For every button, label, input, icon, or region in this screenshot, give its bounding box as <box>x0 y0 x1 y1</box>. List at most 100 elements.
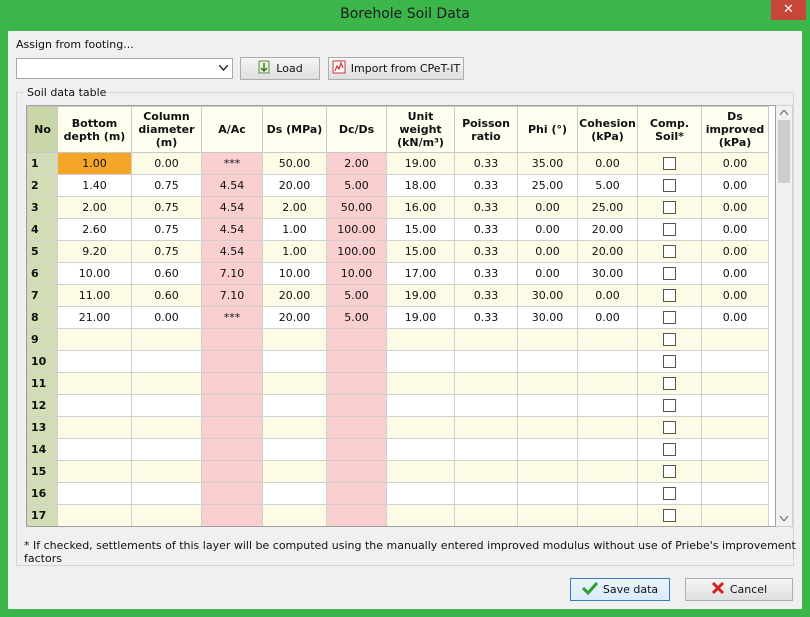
table-cell[interactable]: 0.33 <box>454 152 518 175</box>
table-cell[interactable] <box>386 504 455 526</box>
table-cell[interactable] <box>454 350 518 373</box>
table-cell[interactable] <box>454 416 518 439</box>
comp-soil-checkbox[interactable] <box>663 487 676 501</box>
table-cell[interactable]: 10.00 <box>326 262 387 285</box>
table-cell[interactable]: 1.00 <box>57 152 132 175</box>
table-cell[interactable]: 0.00 <box>517 262 578 285</box>
table-cell[interactable]: 100.00 <box>326 218 387 241</box>
table-cell[interactable] <box>201 460 263 483</box>
table-cell[interactable] <box>454 438 518 461</box>
table-cell[interactable] <box>57 372 132 395</box>
table-cell[interactable]: 25.00 <box>517 174 578 197</box>
vertical-scrollbar[interactable] <box>776 105 793 527</box>
table-cell[interactable]: 0.00 <box>131 152 202 175</box>
table-cell[interactable] <box>517 350 578 373</box>
table-cell[interactable]: 17.00 <box>386 262 455 285</box>
comp-soil-checkbox[interactable] <box>663 157 676 171</box>
table-cell[interactable]: 1.40 <box>57 174 132 197</box>
table-cell[interactable]: 0.60 <box>131 284 202 307</box>
table-cell[interactable] <box>57 416 132 439</box>
table-cell[interactable] <box>517 438 578 461</box>
table-cell[interactable]: *** <box>201 152 263 175</box>
scroll-up-icon[interactable] <box>776 106 792 120</box>
row-number[interactable]: 7 <box>27 284 58 307</box>
table-cell[interactable] <box>326 328 387 351</box>
table-cell[interactable]: 0.00 <box>701 218 769 241</box>
table-cell[interactable]: 4.54 <box>201 218 263 241</box>
table-cell[interactable]: 20.00 <box>577 240 638 263</box>
table-cell[interactable]: 100.00 <box>326 240 387 263</box>
table-cell[interactable] <box>701 372 769 395</box>
column-header[interactable]: Dc/Ds <box>326 106 387 153</box>
table-cell[interactable]: 7.10 <box>201 284 263 307</box>
table-cell[interactable]: 4.54 <box>201 196 263 219</box>
table-cell[interactable] <box>386 372 455 395</box>
comp-soil-checkbox[interactable] <box>663 333 676 347</box>
row-number[interactable]: 15 <box>27 460 58 483</box>
row-number[interactable]: 17 <box>27 504 58 526</box>
table-cell[interactable] <box>326 482 387 505</box>
table-cell[interactable] <box>131 328 202 351</box>
table-cell[interactable]: 7.10 <box>201 262 263 285</box>
table-cell[interactable] <box>386 460 455 483</box>
table-cell[interactable]: 5.00 <box>326 306 387 329</box>
table-cell[interactable] <box>326 460 387 483</box>
table-cell[interactable]: 0.33 <box>454 262 518 285</box>
table-cell[interactable] <box>57 394 132 417</box>
table-cell[interactable]: 0.00 <box>517 196 578 219</box>
table-cell[interactable] <box>454 460 518 483</box>
comp-soil-checkbox[interactable] <box>663 465 676 479</box>
table-cell[interactable] <box>131 438 202 461</box>
table-cell[interactable]: 1.00 <box>262 240 327 263</box>
table-cell[interactable] <box>326 372 387 395</box>
table-cell[interactable]: 0.00 <box>131 306 202 329</box>
table-cell[interactable] <box>262 504 327 526</box>
table-cell[interactable]: 30.00 <box>577 262 638 285</box>
table-cell[interactable] <box>517 482 578 505</box>
import-cpet-button[interactable]: Import from CPeT-IT <box>328 57 464 80</box>
table-cell[interactable] <box>262 460 327 483</box>
column-header[interactable]: Ds improved (kPa) <box>701 106 769 153</box>
row-number[interactable]: 14 <box>27 438 58 461</box>
table-cell[interactable] <box>131 372 202 395</box>
table-cell[interactable]: 0.00 <box>577 284 638 307</box>
table-cell[interactable]: 11.00 <box>57 284 132 307</box>
table-cell[interactable] <box>57 504 132 526</box>
column-header[interactable]: Poisson ratio <box>454 106 518 153</box>
table-cell[interactable] <box>577 438 638 461</box>
table-cell[interactable] <box>131 504 202 526</box>
soil-data-grid[interactable]: No Bottom depth (m) Column diameter (m) A/A… <box>26 105 776 527</box>
table-cell[interactable] <box>386 482 455 505</box>
table-cell[interactable] <box>517 460 578 483</box>
row-number[interactable]: 13 <box>27 416 58 439</box>
table-cell[interactable]: 25.00 <box>577 196 638 219</box>
table-cell[interactable]: 18.00 <box>386 174 455 197</box>
close-button[interactable]: ✕ <box>771 0 806 20</box>
table-cell[interactable]: 0.00 <box>517 240 578 263</box>
comp-soil-checkbox[interactable] <box>663 377 676 391</box>
table-cell[interactable] <box>201 350 263 373</box>
table-cell[interactable] <box>577 394 638 417</box>
column-header[interactable]: A/Ac <box>201 106 263 153</box>
column-header[interactable]: Bottom depth (m) <box>57 106 132 153</box>
table-cell[interactable]: 0.75 <box>131 174 202 197</box>
table-cell[interactable] <box>454 482 518 505</box>
table-cell[interactable]: 0.75 <box>131 240 202 263</box>
row-number[interactable]: 11 <box>27 372 58 395</box>
table-cell[interactable]: 10.00 <box>262 262 327 285</box>
table-cell[interactable] <box>57 438 132 461</box>
comp-soil-checkbox[interactable] <box>663 289 676 303</box>
table-cell[interactable]: 15.00 <box>386 240 455 263</box>
table-cell[interactable] <box>201 438 263 461</box>
table-cell[interactable] <box>57 460 132 483</box>
table-cell[interactable]: 0.00 <box>517 218 578 241</box>
column-header[interactable]: Phi (°) <box>517 106 578 153</box>
row-number[interactable]: 12 <box>27 394 58 417</box>
table-cell[interactable] <box>517 416 578 439</box>
table-cell[interactable] <box>326 416 387 439</box>
table-cell[interactable]: 0.00 <box>701 240 769 263</box>
chevron-down-icon[interactable] <box>215 59 232 78</box>
column-header[interactable]: Cohesion (kPa) <box>577 106 638 153</box>
table-cell[interactable] <box>201 328 263 351</box>
table-cell[interactable]: 0.00 <box>701 196 769 219</box>
